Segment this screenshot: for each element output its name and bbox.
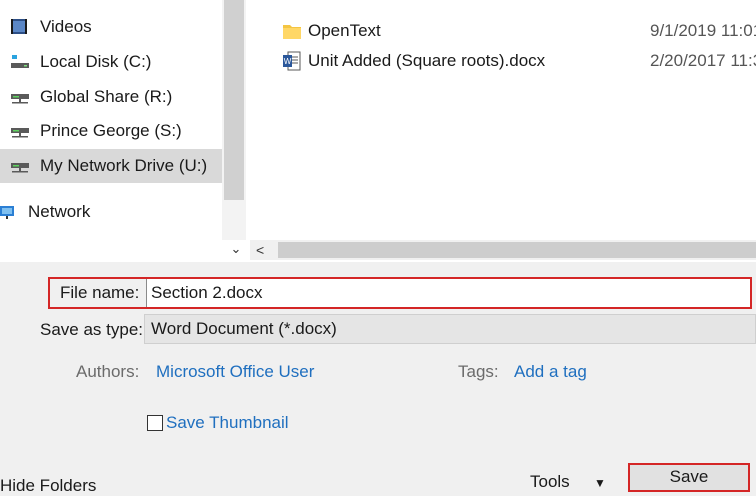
nav-item-label: Network [28,202,91,221]
nav-item-network[interactable]: Network [0,195,210,229]
file-row-unit-added[interactable]: W Unit Added (Square roots).docx 2/20/20… [248,46,756,76]
nav-item-label: My Network Drive (U:) [40,156,208,175]
nav-item-label: Local Disk (C:) [40,52,152,71]
nav-item-global-share[interactable]: Global Share (R:) [0,80,222,114]
videos-folder-icon [11,19,27,34]
save-button-label: Save [669,467,709,486]
horizontal-scrollbar[interactable]: < [250,240,756,260]
nav-item-my-network-drive[interactable]: My Network Drive (U:) [0,149,222,183]
file-row-opentext[interactable]: OpenText 9/1/2019 11:01 [248,16,756,46]
authors-value-link[interactable]: Microsoft Office User [156,362,314,382]
tools-button[interactable]: Tools [530,472,570,492]
savetype-label: Save as type: [40,320,144,339]
save-thumbnail-checkbox[interactable] [147,415,163,431]
scroll-down-arrow-icon[interactable]: ⌄ [228,241,244,257]
file-list: OpenText 9/1/2019 11:01 W Unit Added (Sq… [248,0,756,262]
authors-label: Authors: [76,362,140,381]
filename-field[interactable] [146,279,750,307]
network-drive-icon [11,128,29,138]
filename-row: File name: [48,277,752,309]
filename-label-area: File name: [50,279,146,307]
navigation-pane: Videos Local Disk (C:) Global Share (R:) [0,0,248,262]
local-disk-icon [11,55,29,68]
tools-dropdown-icon[interactable]: ▼ [594,476,606,490]
svg-text:W: W [284,57,292,66]
folder-icon [283,25,301,39]
nav-item-local-disk[interactable]: Local Disk (C:) [0,45,222,79]
nav-item-label: Global Share (R:) [40,87,173,106]
network-drive-icon [11,94,29,104]
save-thumbnail-label[interactable]: Save Thumbnail [166,413,289,433]
savetype-dropdown[interactable]: Word Document (*.docx) [144,314,756,344]
filename-label: File name: [60,283,140,302]
file-date: 9/1/2019 11:01 [650,21,756,40]
file-date: 2/20/2017 11:3 [650,51,756,70]
save-button[interactable]: Save [628,463,750,492]
network-drive-icon [11,163,29,173]
add-tag-link[interactable]: Add a tag [514,362,587,382]
horizontal-scrollbar-thumb[interactable] [278,242,756,258]
hide-folders-button[interactable]: Hide Folders [0,476,96,496]
network-icon [0,206,14,219]
scroll-left-arrow-icon[interactable]: < [256,242,264,258]
nav-item-label: Prince George (S:) [40,121,182,140]
nav-scrollbar-thumb[interactable] [224,0,244,200]
nav-item-prince-george[interactable]: Prince George (S:) [0,114,222,148]
tags-label: Tags: [458,362,499,381]
savetype-value: Word Document (*.docx) [151,319,337,338]
word-document-icon: W [283,51,301,71]
file-browser: Videos Local Disk (C:) Global Share (R:) [0,0,756,262]
nav-item-videos[interactable]: Videos [0,10,222,44]
file-name: OpenText [308,21,381,40]
file-name: Unit Added (Square roots).docx [308,51,546,70]
nav-item-label: Videos [40,17,92,36]
